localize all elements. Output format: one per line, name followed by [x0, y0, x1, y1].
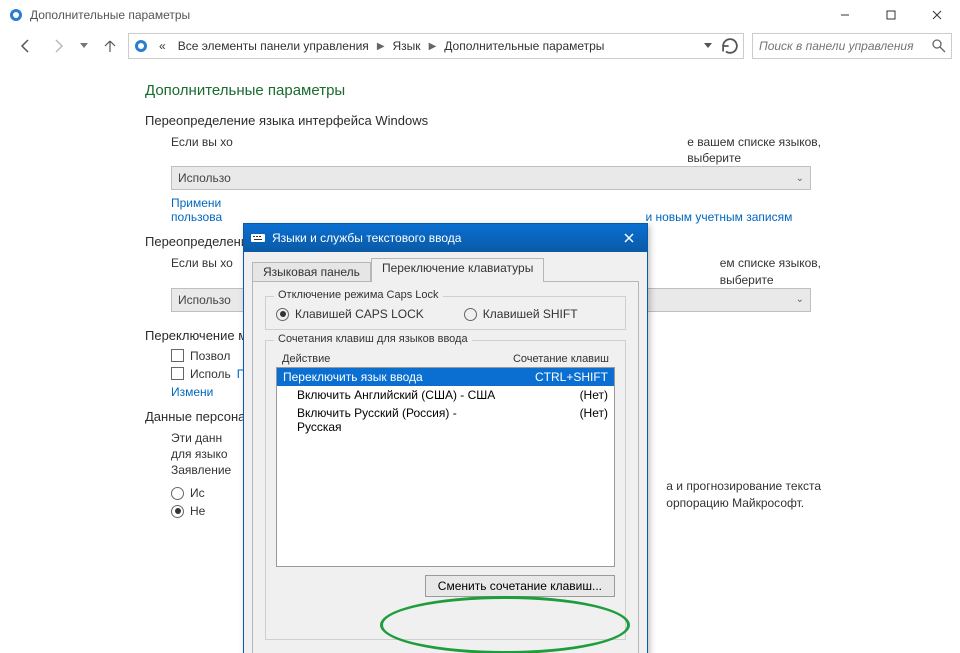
tab-switch-keyboard[interactable]: Переключение клавиатуры: [371, 258, 544, 282]
chevron-down-icon: ⌄: [796, 294, 804, 305]
group-capslock: Отключение режима Caps Lock Клавишей CAP…: [265, 296, 626, 330]
group-label: Сочетания клавиш для языков ввода: [274, 333, 472, 345]
radio-label: Клавишей CAPS LOCK: [295, 307, 424, 321]
dropdown-value: Использо: [178, 171, 231, 185]
display-lang-dropdown[interactable]: Использо ⌄: [171, 166, 811, 190]
radio-label: Ис: [190, 486, 205, 500]
radio-caps-capslock[interactable]: Клавишей CAPS LOCK: [276, 307, 424, 321]
tab-language-bar[interactable]: Языковая панель: [252, 262, 371, 282]
control-panel-icon: [8, 7, 24, 23]
history-dropdown-icon[interactable]: [76, 32, 92, 60]
list-item-action: Переключить язык ввода: [283, 370, 498, 384]
col-shortcut: Сочетание клавиш: [499, 353, 609, 365]
keyboard-icon: [250, 230, 266, 246]
hotkey-list[interactable]: Переключить язык ввода CTRL+SHIFT Включи…: [276, 367, 615, 567]
hotkey-list-headers: Действие Сочетание клавиш: [276, 351, 615, 367]
checkbox-icon: [171, 349, 184, 362]
window-title-bar: Дополнительные параметры: [0, 0, 960, 30]
breadcrumb-item[interactable]: Дополнительные параметры: [438, 37, 610, 55]
chevron-right-icon: ▶: [429, 41, 437, 52]
checkbox-label: Позвол: [190, 349, 230, 363]
section2-text-b: ем списке языков, выберите: [720, 255, 821, 287]
address-dropdown-icon[interactable]: [697, 34, 719, 58]
minimize-button[interactable]: [822, 0, 868, 30]
list-item[interactable]: Включить Английский (США) - США (Нет): [277, 386, 614, 404]
apply-new-accounts-link[interactable]: и новым учетным записям: [645, 210, 792, 224]
section4-text: Эти данн для языко Заявление: [171, 431, 231, 477]
radio-icon: [171, 505, 184, 518]
control-panel-icon: [133, 38, 149, 54]
title-controls: [822, 0, 960, 30]
up-button[interactable]: [96, 32, 124, 60]
list-item[interactable]: Включить Русский (Россия) - Русская (Нет…: [277, 404, 614, 436]
section-head-display-lang: Переопределение языка интерфейса Windows: [145, 113, 960, 128]
chevron-right-icon: ▶: [377, 41, 385, 52]
list-item-shortcut: CTRL+SHIFT: [498, 370, 608, 384]
section2-text-a: Если вы хо: [171, 256, 233, 270]
address-bar[interactable]: « Все элементы панели управления ▶ Язык …: [128, 33, 744, 59]
chevron-down-icon: ⌄: [796, 173, 804, 184]
radio-icon: [276, 308, 289, 321]
radio-icon: [464, 308, 477, 321]
radio-caps-shift[interactable]: Клавишей SHIFT: [464, 307, 578, 321]
text-services-dialog: Языки и службы текстового ввода Языковая…: [243, 223, 648, 653]
window-title: Дополнительные параметры: [30, 8, 190, 22]
breadcrumb-prefix: «: [153, 37, 172, 55]
forward-button[interactable]: [44, 32, 72, 60]
search-input[interactable]: [757, 38, 931, 54]
tab-page-switch: Отключение режима Caps Lock Клавишей CAP…: [252, 281, 639, 653]
section1-text-a: Если вы хо: [171, 135, 233, 149]
search-icon: [931, 38, 947, 54]
radio-label: Клавишей SHIFT: [483, 307, 578, 321]
list-item-action: Включить Английский (США) - США: [283, 388, 498, 402]
dialog-title: Языки и службы текстового ввода: [272, 231, 461, 245]
dialog-title-bar: Языки и службы текстового ввода: [244, 224, 647, 252]
dropdown-value: Использо: [178, 293, 231, 307]
change-hotkeys-link[interactable]: Измени: [171, 385, 213, 399]
back-button[interactable]: [12, 32, 40, 60]
maximize-button[interactable]: [868, 0, 914, 30]
page-content: Дополнительные параметры Переопределение…: [0, 66, 960, 653]
group-label: Отключение режима Caps Lock: [274, 289, 443, 301]
change-shortcut-button[interactable]: Сменить сочетание клавиш...: [425, 575, 615, 597]
search-box[interactable]: [752, 33, 952, 59]
apply-link[interactable]: Примени пользова: [171, 196, 222, 224]
checkbox-icon: [171, 367, 184, 380]
list-item[interactable]: Переключить язык ввода CTRL+SHIFT: [277, 368, 614, 386]
dialog-body: Языковая панель Переключение клавиатуры …: [244, 252, 647, 653]
col-action: Действие: [282, 353, 499, 365]
dialog-tab-row: Языковая панель Переключение клавиатуры: [252, 258, 639, 282]
radio-label: Не: [190, 504, 205, 518]
refresh-icon[interactable]: [719, 34, 741, 58]
section1-text-b: е вашем списке языков, выберите: [687, 134, 821, 166]
section4-text-right: а и прогнозирование текста орпорацию Май…: [666, 478, 821, 510]
checkbox-label: Исполь: [190, 367, 231, 381]
nav-bar: « Все элементы панели управления ▶ Язык …: [0, 30, 960, 66]
breadcrumb-item[interactable]: Язык: [387, 37, 427, 55]
page-title: Дополнительные параметры: [145, 82, 960, 99]
radio-icon: [171, 487, 184, 500]
breadcrumb-item[interactable]: Все элементы панели управления: [172, 37, 375, 55]
list-item-shortcut: (Нет): [498, 406, 608, 434]
close-button[interactable]: [914, 0, 960, 30]
dialog-close-button[interactable]: [617, 228, 641, 248]
list-item-shortcut: (Нет): [498, 388, 608, 402]
group-hotkeys: Сочетания клавиш для языков ввода Действ…: [265, 340, 626, 640]
list-item-action: Включить Русский (Россия) - Русская: [283, 406, 498, 434]
